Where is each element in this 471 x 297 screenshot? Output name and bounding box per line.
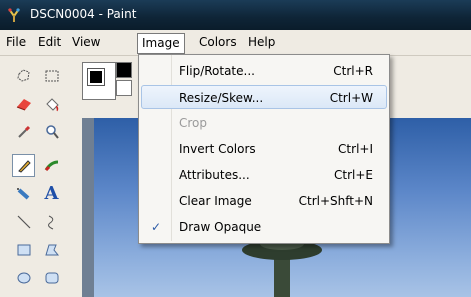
menu-item-label: Clear Image <box>179 194 252 208</box>
menu-edit[interactable]: Edit <box>34 34 65 51</box>
line-icon[interactable] <box>12 210 35 233</box>
window-title: DSCN0004 - Paint <box>30 7 137 21</box>
paint-app-icon <box>8 8 20 22</box>
color-swatch-black[interactable] <box>116 62 132 78</box>
text-icon[interactable]: A <box>40 182 63 205</box>
menu-item-shortcut: Ctrl+R <box>333 64 373 78</box>
free-form-select-icon[interactable] <box>12 64 35 87</box>
menu-item-draw-opaque[interactable]: ✓ Draw Opaque <box>141 215 387 239</box>
menu-item-shortcut: Ctrl+W <box>329 91 373 105</box>
menu-file[interactable]: File <box>2 34 30 51</box>
menu-item-label: Resize/Skew... <box>179 91 264 105</box>
menu-item-label: Flip/Rotate... <box>179 64 255 78</box>
menu-image[interactable]: Image <box>137 33 185 54</box>
rounded-rectangle-icon[interactable] <box>40 266 63 289</box>
menu-item-shortcut: Ctrl+E <box>334 168 373 182</box>
menu-item-label: Invert Colors <box>179 142 256 156</box>
checkmark-icon: ✓ <box>151 220 162 234</box>
image-menu-dropdown: Flip/Rotate... Ctrl+R Resize/Skew... Ctr… <box>138 54 390 244</box>
menu-item-label: Draw Opaque <box>179 220 262 234</box>
menu-item-label: Crop <box>179 116 208 130</box>
menu-item-clear-image[interactable]: Clear Image Ctrl+Shft+N <box>141 189 387 213</box>
pencil-icon[interactable] <box>12 154 35 177</box>
rectangle-icon[interactable] <box>12 238 35 261</box>
menu-item-resize-skew[interactable]: Resize/Skew... Ctrl+W <box>141 85 387 109</box>
foreground-color <box>87 68 105 86</box>
menu-view[interactable]: View <box>68 34 104 51</box>
color-picker-icon[interactable] <box>12 120 35 143</box>
color-swatch-white[interactable] <box>116 80 132 96</box>
magnifier-icon[interactable] <box>40 120 63 143</box>
menu-item-shortcut: Ctrl+Shft+N <box>298 194 373 208</box>
menu-item-attributes[interactable]: Attributes... Ctrl+E <box>141 163 387 187</box>
title-bar: DSCN0004 - Paint <box>0 0 471 30</box>
menu-item-label: Attributes... <box>179 168 250 182</box>
menu-colors[interactable]: Colors <box>195 34 241 51</box>
menu-item-flip-rotate[interactable]: Flip/Rotate... Ctrl+R <box>141 59 387 83</box>
brush-icon[interactable] <box>40 154 63 177</box>
menu-bar: File Edit View Image Colors Help <box>0 30 471 56</box>
menu-help[interactable]: Help <box>244 34 279 51</box>
menu-item-invert-colors[interactable]: Invert Colors Ctrl+I <box>141 137 387 161</box>
fill-icon[interactable] <box>40 92 63 115</box>
eraser-icon[interactable] <box>12 92 35 115</box>
curve-icon[interactable] <box>40 210 63 233</box>
select-icon[interactable] <box>40 64 63 87</box>
color-swatch-primary-box[interactable] <box>82 62 116 100</box>
menu-item-shortcut: Ctrl+I <box>338 142 373 156</box>
ellipse-icon[interactable] <box>12 266 35 289</box>
menu-item-crop: Crop <box>141 111 387 135</box>
toolbox: A <box>0 56 82 297</box>
polygon-icon[interactable] <box>40 238 63 261</box>
airbrush-icon[interactable] <box>12 182 35 205</box>
